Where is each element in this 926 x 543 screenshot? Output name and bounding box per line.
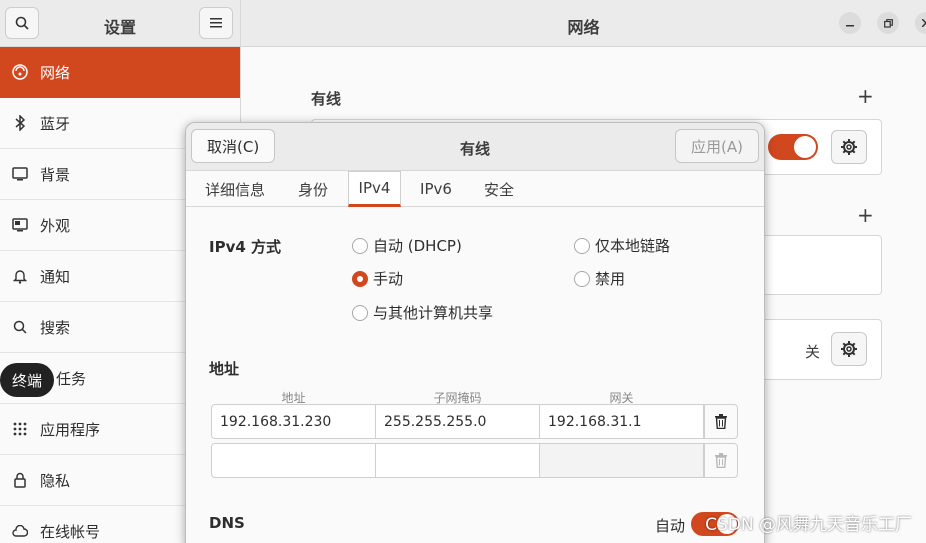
delete-row-button[interactable] — [704, 443, 738, 478]
delete-row-button[interactable] — [704, 404, 738, 439]
netmask-input[interactable]: 255.255.255.0 — [375, 404, 540, 439]
sidebar-item-label: 任务 — [56, 369, 87, 388]
ipv4-method-label: IPv4 方式 — [209, 238, 282, 256]
maximize-button[interactable] — [877, 12, 899, 34]
proxy-status-label: 关 — [805, 343, 821, 361]
sidebar-item-label: 通知 — [40, 267, 71, 286]
tab-details[interactable]: 详细信息 — [198, 171, 272, 207]
radio-label: 禁用 — [595, 270, 626, 288]
appearance-icon — [12, 217, 28, 233]
page-title: 网络 — [567, 18, 600, 37]
dialog-tabs: 详细信息 身份 IPv4 IPv6 安全 — [186, 171, 764, 207]
dns-auto-label: 自动 — [655, 517, 686, 535]
network-icon — [12, 64, 28, 80]
address-input[interactable] — [211, 443, 376, 478]
bell-icon — [12, 268, 28, 284]
wired-settings-button[interactable] — [831, 130, 867, 164]
bluetooth-icon — [12, 115, 28, 131]
sidebar-item-label: 背景 — [40, 165, 71, 184]
tab-security[interactable]: 安全 — [474, 171, 524, 207]
radio-indicator-selected — [352, 270, 368, 287]
tab-identity[interactable]: 身份 — [288, 171, 338, 207]
tab-ipv6[interactable]: IPv6 — [414, 171, 458, 207]
radio-indicator — [574, 237, 590, 254]
sidebar-item-network[interactable]: 网络 — [0, 47, 240, 98]
radio-indicator — [352, 304, 368, 321]
add-wired-button[interactable]: + — [857, 84, 874, 108]
method-auto-radio[interactable]: 自动 (DHCP) — [352, 235, 462, 256]
radio-label: 手动 — [373, 270, 404, 288]
radio-label: 与其他计算机共享 — [373, 304, 494, 322]
gateway-input[interactable]: 192.168.31.1 — [539, 404, 704, 439]
watermark: CSDN @风舞九天音乐工厂 — [705, 515, 912, 535]
terminal-tooltip: 终端 — [0, 363, 54, 397]
address-row — [211, 443, 739, 478]
minimize-icon — [846, 25, 854, 27]
radio-indicator — [352, 237, 368, 254]
background-icon — [12, 166, 28, 182]
proxy-settings-button[interactable] — [831, 332, 867, 366]
hamburger-icon — [210, 18, 222, 28]
radio-label: 仅本地链路 — [595, 237, 671, 255]
close-icon — [922, 19, 926, 27]
sidebar-item-label: 蓝牙 — [40, 114, 71, 133]
wired-section-label: 有线 — [311, 90, 342, 108]
method-manual-radio[interactable]: 手动 — [352, 268, 403, 289]
sidebar-header: 设置 — [0, 0, 240, 47]
sidebar-item-label: 搜索 — [40, 318, 71, 337]
address-section-label: 地址 — [209, 360, 240, 378]
sidebar-item-label: 外观 — [40, 216, 71, 235]
trash-icon — [715, 414, 727, 429]
lock-icon — [12, 472, 28, 488]
sidebar-item-label: 网络 — [40, 63, 71, 82]
sidebar-item-label: 应用程序 — [40, 420, 101, 439]
radio-indicator — [574, 270, 590, 287]
apply-button[interactable]: 应用(A) — [675, 129, 759, 163]
main-header: 网络 — [241, 0, 926, 47]
apps-grid-icon — [12, 421, 28, 437]
sidebar-item-label: 隐私 — [40, 471, 71, 490]
gateway-input[interactable] — [539, 443, 704, 478]
search-icon — [12, 319, 28, 335]
method-disabled-radio[interactable]: 禁用 — [574, 268, 625, 289]
dns-section-label: DNS — [209, 514, 245, 532]
wired-settings-dialog: 取消(C) 有线 应用(A) 详细信息 身份 IPv4 IPv6 安全 IPv4… — [185, 122, 765, 543]
address-input[interactable]: 192.168.31.230 — [211, 404, 376, 439]
menu-button[interactable] — [199, 7, 233, 39]
add-vpn-button[interactable]: + — [857, 203, 874, 227]
cloud-icon — [12, 523, 28, 539]
minimize-button[interactable] — [839, 12, 861, 34]
gear-icon — [841, 341, 857, 357]
gear-icon — [841, 139, 857, 155]
radio-label: 自动 (DHCP) — [373, 237, 462, 255]
trash-icon — [715, 453, 727, 468]
method-link-local-radio[interactable]: 仅本地链路 — [574, 235, 670, 256]
tab-ipv4[interactable]: IPv4 — [348, 171, 401, 207]
restore-icon — [883, 18, 893, 28]
sidebar-item-label: 在线帐号 — [40, 522, 101, 541]
netmask-input[interactable] — [375, 443, 540, 478]
address-row: 192.168.31.230 255.255.255.0 192.168.31.… — [211, 404, 739, 439]
dialog-header: 取消(C) 有线 应用(A) — [186, 123, 764, 171]
method-shared-radio[interactable]: 与其他计算机共享 — [352, 302, 493, 323]
wired-switch[interactable] — [768, 134, 818, 160]
